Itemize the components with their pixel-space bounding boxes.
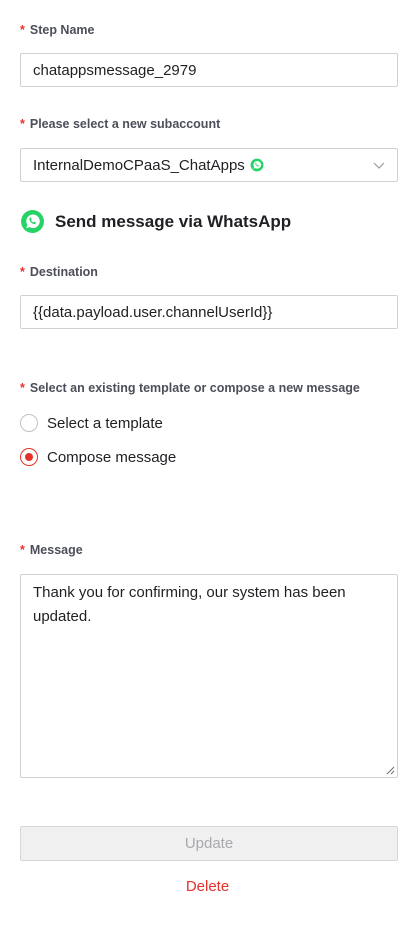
- section-heading-text: Send message via WhatsApp: [55, 211, 292, 231]
- radio-label: Select a template: [47, 414, 163, 432]
- resize-handle-icon[interactable]: [386, 766, 395, 775]
- template-choice-label: * Select an existing template or compose …: [20, 381, 360, 395]
- whatsapp-icon: [21, 210, 44, 233]
- whatsapp-icon: [250, 158, 264, 172]
- subaccount-value: InternalDemoCPaaS_ChatApps: [33, 156, 245, 174]
- section-heading: Send message via WhatsApp: [20, 209, 291, 234]
- step-name-value: chatappsmessage_2979: [33, 61, 197, 79]
- radio-button-checked[interactable]: [20, 448, 38, 466]
- step-name-input[interactable]: chatappsmessage_2979: [20, 53, 398, 87]
- required-marker: *: [20, 543, 25, 557]
- destination-value: {{data.payload.user.channelUserId}}: [33, 303, 273, 321]
- radio-select-template[interactable]: Select a template: [20, 414, 163, 432]
- message-textarea[interactable]: Thank you for confirming, our system has…: [20, 574, 398, 778]
- step-name-label: * Step Name: [20, 23, 95, 37]
- radio-compose-message[interactable]: Compose message: [20, 448, 176, 466]
- radio-label: Compose message: [47, 448, 177, 466]
- chevron-down-icon[interactable]: [373, 159, 385, 171]
- required-marker: *: [20, 117, 25, 131]
- delete-button[interactable]: Delete: [0, 878, 415, 895]
- radio-button[interactable]: [20, 414, 38, 432]
- message-label: * Message: [20, 543, 83, 557]
- required-marker: *: [20, 265, 25, 279]
- update-button[interactable]: Update: [20, 826, 398, 861]
- destination-label: * Destination: [20, 265, 98, 279]
- subaccount-label: * Please select a new subaccount: [20, 117, 221, 131]
- required-marker: *: [20, 23, 25, 37]
- subaccount-select[interactable]: InternalDemoCPaaS_ChatApps: [20, 148, 398, 182]
- message-value: Thank you for confirming, our system has…: [33, 584, 346, 625]
- required-marker: *: [20, 381, 25, 395]
- destination-input[interactable]: {{data.payload.user.channelUserId}}: [20, 295, 398, 329]
